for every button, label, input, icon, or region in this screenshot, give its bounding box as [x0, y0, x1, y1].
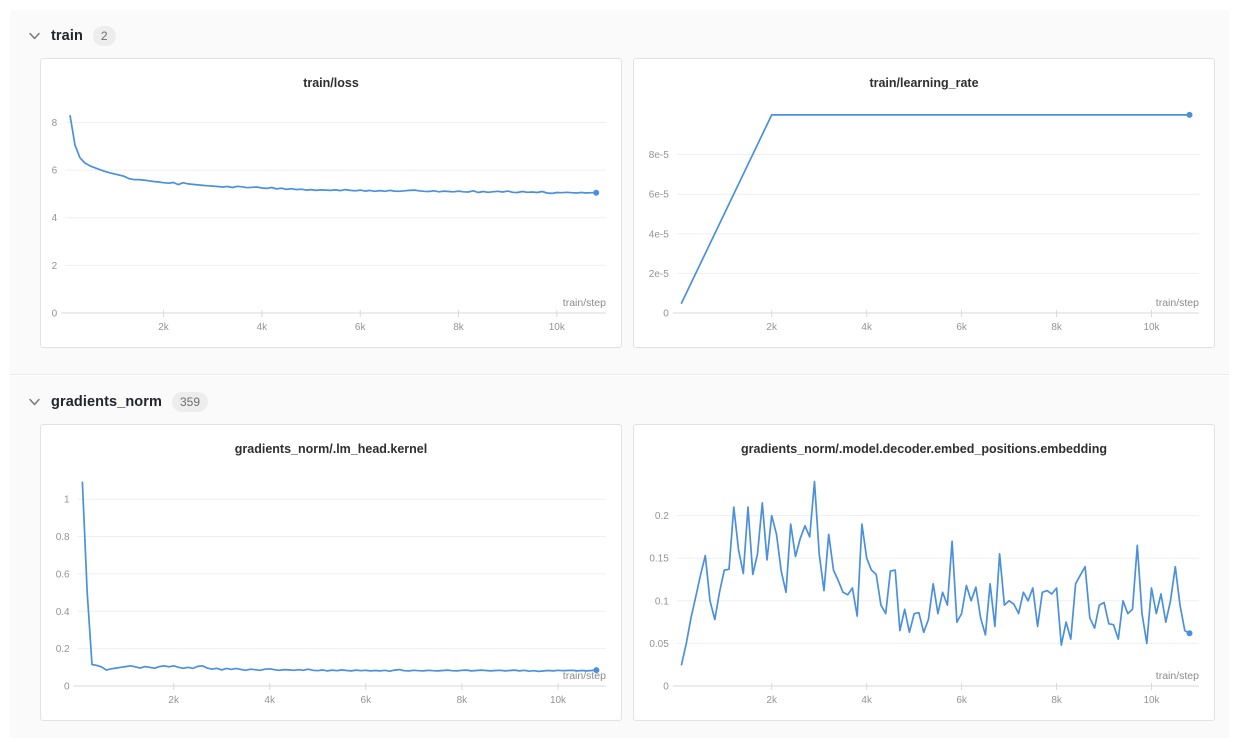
svg-text:6k: 6k	[361, 695, 373, 706]
chart-panel-train-loss[interactable]: train/loss 2k 4k 6k 8k 10k 0 2 4 6 8 train/step	[40, 58, 622, 348]
svg-text:10k: 10k	[1143, 322, 1160, 333]
svg-text:2k: 2k	[168, 695, 180, 706]
svg-text:0: 0	[663, 682, 669, 693]
chart-title: train/learning_rate	[634, 59, 1214, 99]
svg-text:4k: 4k	[861, 695, 873, 706]
section-gradients-norm: gradients_norm 359 gradients_norm/.lm_he…	[10, 376, 1229, 738]
chart-panel-train-learning-rate[interactable]: train/learning_rate 2k 4k 6k 8k 10k 0 2e-5 4e-5…	[633, 58, 1215, 348]
chart-plot-area[interactable]: 2k 4k 6k 8k 10k 0 0.2 0.4 0.6 0.8 1 train/step	[41, 465, 621, 720]
svg-text:6k: 6k	[355, 322, 367, 333]
svg-text:0.8: 0.8	[56, 532, 70, 543]
chart-title: gradients_norm/.model.decoder.embed_posi…	[634, 425, 1214, 465]
chevron-down-icon[interactable]	[28, 397, 41, 407]
svg-text:0.2: 0.2	[56, 644, 70, 655]
svg-text:0.15: 0.15	[649, 554, 669, 565]
svg-text:0: 0	[64, 682, 70, 693]
chart-panel-lm-head-kernel[interactable]: gradients_norm/.lm_head.kernel 2k 4k 6k 8k 1…	[40, 424, 622, 721]
svg-text:0.1: 0.1	[655, 596, 669, 607]
svg-text:0.4: 0.4	[56, 607, 70, 618]
chart-title: gradients_norm/.lm_head.kernel	[41, 425, 621, 465]
svg-text:4k: 4k	[264, 695, 276, 706]
svg-text:train/step: train/step	[563, 297, 606, 309]
charts-row: train/loss 2k 4k 6k 8k 10k 0 2 4 6 8 train/step tr…	[10, 58, 1229, 348]
svg-text:8e-5: 8e-5	[649, 150, 669, 161]
svg-text:8k: 8k	[457, 695, 469, 706]
svg-text:10k: 10k	[550, 695, 567, 706]
svg-text:8k: 8k	[1051, 322, 1063, 333]
svg-text:4k: 4k	[861, 322, 873, 333]
svg-text:0: 0	[52, 309, 58, 320]
svg-text:4e-5: 4e-5	[649, 229, 669, 240]
svg-text:6k: 6k	[956, 322, 968, 333]
svg-text:8k: 8k	[453, 322, 465, 333]
svg-text:0: 0	[663, 309, 669, 320]
chart-title: train/loss	[41, 59, 621, 99]
svg-text:train/step: train/step	[1156, 670, 1199, 682]
section-count-badge: 359	[172, 392, 208, 412]
svg-text:1: 1	[64, 495, 70, 506]
svg-text:2k: 2k	[766, 322, 778, 333]
svg-text:4k: 4k	[257, 322, 269, 333]
chart-panel-embed-positions-embedding[interactable]: gradients_norm/.model.decoder.embed_posi…	[633, 424, 1215, 721]
section-count-badge: 2	[93, 26, 116, 46]
svg-text:6k: 6k	[956, 695, 968, 706]
svg-text:2e-5: 2e-5	[649, 269, 669, 280]
svg-text:4: 4	[52, 213, 58, 224]
section-train: train 2 train/loss 2k4k6k8k10k02468train…	[10, 10, 1229, 375]
chart-plot-area[interactable]: 2k 4k 6k 8k 10k 0 2e-5 4e-5 6e-5 8e-5 train/step	[634, 99, 1214, 347]
section-train-header[interactable]: train 2	[10, 10, 1229, 58]
chevron-down-icon[interactable]	[28, 31, 41, 41]
svg-text:2k: 2k	[766, 695, 778, 706]
svg-text:train/step: train/step	[1156, 297, 1199, 309]
svg-text:2: 2	[52, 261, 58, 272]
section-title: gradients_norm	[51, 394, 162, 410]
svg-text:0.6: 0.6	[56, 569, 70, 580]
svg-text:0.05: 0.05	[649, 639, 669, 650]
svg-text:10k: 10k	[549, 322, 566, 333]
charts-row: gradients_norm/.lm_head.kernel 2k 4k 6k 8k 1…	[10, 424, 1229, 721]
svg-text:6: 6	[52, 166, 58, 177]
svg-text:10k: 10k	[1143, 695, 1160, 706]
svg-text:2k: 2k	[158, 322, 170, 333]
svg-text:8k: 8k	[1051, 695, 1063, 706]
svg-text:0.2: 0.2	[655, 511, 669, 522]
svg-text:train/step: train/step	[563, 670, 606, 682]
section-gradients-norm-header[interactable]: gradients_norm 359	[10, 376, 1229, 424]
chart-plot-area[interactable]: 2k 4k 6k 8k 10k 0 0.05 0.1 0.15 0.2 train/step	[634, 465, 1214, 720]
svg-text:8: 8	[52, 118, 58, 129]
chart-plot-area[interactable]: 2k 4k 6k 8k 10k 0 2 4 6 8 train/step	[41, 99, 621, 347]
svg-text:6e-5: 6e-5	[649, 190, 669, 201]
section-title: train	[51, 28, 83, 44]
